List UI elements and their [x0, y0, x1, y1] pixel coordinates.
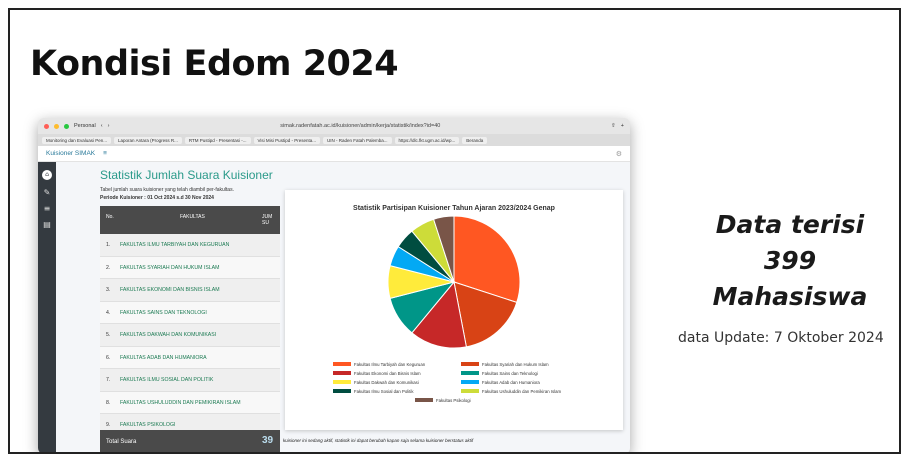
bookmark-item[interactable]: UIN - Raden Fatah Palemba... [322, 136, 392, 144]
faculty-table: No. FAKULTAS JUM SU 1. FAKULTAS ILMU TARB… [100, 206, 280, 437]
bookmark-item[interactable]: RTM Pustipd - Presentasi -... [184, 136, 251, 144]
row-fakultas[interactable]: FAKULTAS DAKWAH DAN KOMUNIKASI [120, 332, 216, 338]
row-no: 9. [106, 422, 111, 428]
chart-card: Statistik Partisipan Kuisioner Tahun Aja… [285, 190, 623, 430]
legend-swatch[interactable] [333, 362, 351, 366]
row-no: 6. [106, 354, 111, 361]
table-row: 5. FAKULTAS DAKWAH DAN KOMUNIKASI [100, 324, 280, 347]
bookmark-item[interactable]: Visi Misi Pustipd - Presenta... [253, 136, 320, 144]
new-tab-icon[interactable]: + [621, 123, 624, 129]
row-fakultas[interactable]: FAKULTAS USHULUDDIN DAN PEMIKIRAN ISLAM [120, 400, 241, 406]
sidebar: ⌂ ✎ ≡ ▤ [38, 162, 56, 452]
legend-label[interactable]: Fakultas Ekonomi dan Bisnis Islam [354, 371, 421, 376]
stat-label: Data terisi [715, 210, 865, 239]
bookmarks-bar: Monitoring dan Evaluasi Pen... Laporan A… [38, 134, 630, 146]
row-no: 7. [106, 377, 111, 383]
legend-swatch[interactable] [461, 362, 479, 366]
browser-toolbar: Personal ‹ › simak.radenfatah.ac.id/kuis… [38, 118, 630, 134]
table-row: 3. FAKULTAS EKONOMI DAN BISNIS ISLAM [100, 279, 280, 302]
update-info: data Update: 7 Oktober 2024 [678, 330, 884, 346]
close-dot-icon[interactable] [44, 123, 49, 129]
legend-label[interactable]: Fakultas Syariah dan Hukum Islam [482, 362, 549, 367]
col-no: No. [106, 214, 114, 220]
row-fakultas[interactable]: FAKULTAS PSIKOLOGI [120, 422, 175, 428]
share-icon[interactable]: ⇧ [611, 123, 616, 129]
col-jumlah: JUM SU [262, 214, 273, 226]
total-row: Total Suara 39 [100, 430, 280, 452]
legend-label[interactable]: Fakultas Sains dan Teknologi [482, 371, 538, 376]
clipboard-icon[interactable]: ▤ [42, 220, 52, 230]
period-line: Periode Kuisioner : 01 Oct 2024 s.d 30 N… [100, 195, 214, 201]
legend-swatch[interactable] [333, 389, 351, 393]
table-row: 6. FAKULTAS ADAB DAN HUMANIORA [100, 346, 280, 369]
legend-swatch[interactable] [415, 398, 433, 402]
maximize-dot-icon[interactable] [64, 123, 69, 129]
row-fakultas[interactable]: FAKULTAS SAINS DAN TEKNOLOGI [120, 310, 207, 316]
bookmark-item[interactable]: https://dlc.fkt.ugm.ac.id/wp... [394, 136, 460, 144]
table-row: 7. FAKULTAS ILMU SOSIAL DAN POLITIK [100, 369, 280, 392]
main-content: Statistik Jumlah Suara Kuisioner Tabel j… [56, 162, 630, 452]
row-fakultas[interactable]: FAKULTAS ILMU SOSIAL DAN POLITIK [120, 377, 213, 383]
slide-title: Kondisi Edom 2024 [30, 44, 399, 84]
gear-icon[interactable]: ⚙ [616, 150, 622, 158]
table-row: 2. FAKULTAS SYARIAH DAN HUKUM ISLAM [100, 256, 280, 279]
legend-swatch[interactable] [333, 380, 351, 384]
legend-swatch[interactable] [461, 371, 479, 375]
page-description: Tabel jumlah suara kuisioner yang telah … [100, 186, 234, 202]
row-fakultas[interactable]: FAKULTAS SYARIAH DAN HUKUM ISLAM [120, 265, 219, 271]
legend-label[interactable]: Fakultas Dakwah dan Komunikasi [354, 380, 419, 385]
forward-icon[interactable]: › [108, 123, 110, 129]
table-body: 1. FAKULTAS ILMU TARBIYAH DAN KEGURUAN 2.… [100, 234, 280, 437]
stat-count: 399 [763, 246, 817, 275]
chart-title: Statistik Partisipan Kuisioner Tahun Aja… [353, 205, 555, 212]
minimize-dot-icon[interactable] [54, 123, 59, 129]
table-header: No. FAKULTAS JUM SU [100, 206, 280, 234]
row-fakultas[interactable]: FAKULTAS ADAB DAN HUMANIORA [120, 355, 207, 361]
bookmark-item[interactable]: Beranda [462, 136, 488, 144]
legend-label[interactable]: Fakultas Ilmu Sosial dan Politik [354, 389, 414, 394]
profile-label[interactable]: Personal [74, 123, 96, 129]
list-icon[interactable]: ≡ [42, 204, 52, 214]
legend-swatch[interactable] [333, 371, 351, 375]
col-fakultas: FAKULTAS [180, 214, 205, 220]
row-no: 4. [106, 309, 111, 316]
row-no: 8. [106, 399, 111, 406]
legend-label[interactable]: Fakultas Ilmu Tarbiyah dan Keguruan [354, 362, 426, 367]
menu-icon[interactable]: ≡ [103, 150, 107, 157]
row-no: 2. [106, 264, 111, 271]
total-value: 39 [262, 435, 274, 446]
pie-chart: Statistik Partisipan Kuisioner Tahun Aja… [333, 205, 561, 403]
bookmark-item[interactable]: Monitoring dan Evaluasi Pen... [42, 136, 112, 144]
home-icon[interactable]: ⌂ [42, 170, 52, 180]
app-name[interactable]: Kuisioner SIMAK [46, 150, 95, 157]
url-bar[interactable]: simak.radenfatah.ac.id/kuisioner/admin/k… [114, 123, 606, 129]
table-row: 1. FAKULTAS ILMU TARBIYAH DAN KEGURUAN [100, 234, 280, 257]
total-label: Total Suara [106, 439, 137, 445]
row-no: 5. [106, 332, 111, 338]
legend-swatch[interactable] [461, 380, 479, 384]
screenshot-window: Personal ‹ › simak.radenfatah.ac.id/kuis… [38, 118, 630, 452]
row-no: 3. [106, 287, 111, 293]
back-icon[interactable]: ‹ [101, 123, 103, 129]
description-line: Tabel jumlah suara kuisioner yang telah … [100, 187, 234, 193]
legend-label[interactable]: Fakultas Ushuluddin dan Pemikiran Islam [482, 389, 561, 394]
row-fakultas[interactable]: FAKULTAS EKONOMI DAN BISNIS ISLAM [120, 287, 220, 293]
bookmark-item[interactable]: Laporan Antara (Progress R... [114, 136, 182, 144]
edit-icon[interactable]: ✎ [42, 188, 52, 198]
table-row: 4. FAKULTAS SAINS DAN TEKNOLOGI [100, 301, 280, 324]
page-title: Statistik Jumlah Suara Kuisioner [100, 168, 273, 182]
legend-label[interactable]: Fakultas Adab dan Humaniora [482, 380, 540, 385]
app-header: Kuisioner SIMAK ≡ ⚙ [38, 146, 630, 162]
legend-swatch[interactable] [461, 389, 479, 393]
stat-unit: Mahasiswa [712, 282, 868, 311]
row-no: 1. [106, 242, 111, 248]
table-row: 8. FAKULTAS USHULUDDIN DAN PEMIKIRAN ISLA… [100, 391, 280, 414]
slide-frame: Kondisi Edom 2024 Personal ‹ › simak.rad… [8, 8, 901, 454]
row-fakultas[interactable]: FAKULTAS ILMU TARBIYAH DAN KEGURUAN [120, 242, 229, 248]
status-note: kuisioner ini sedang aktif, statistik in… [283, 438, 474, 443]
legend-label[interactable]: Fakultas Psikologi [436, 398, 471, 403]
